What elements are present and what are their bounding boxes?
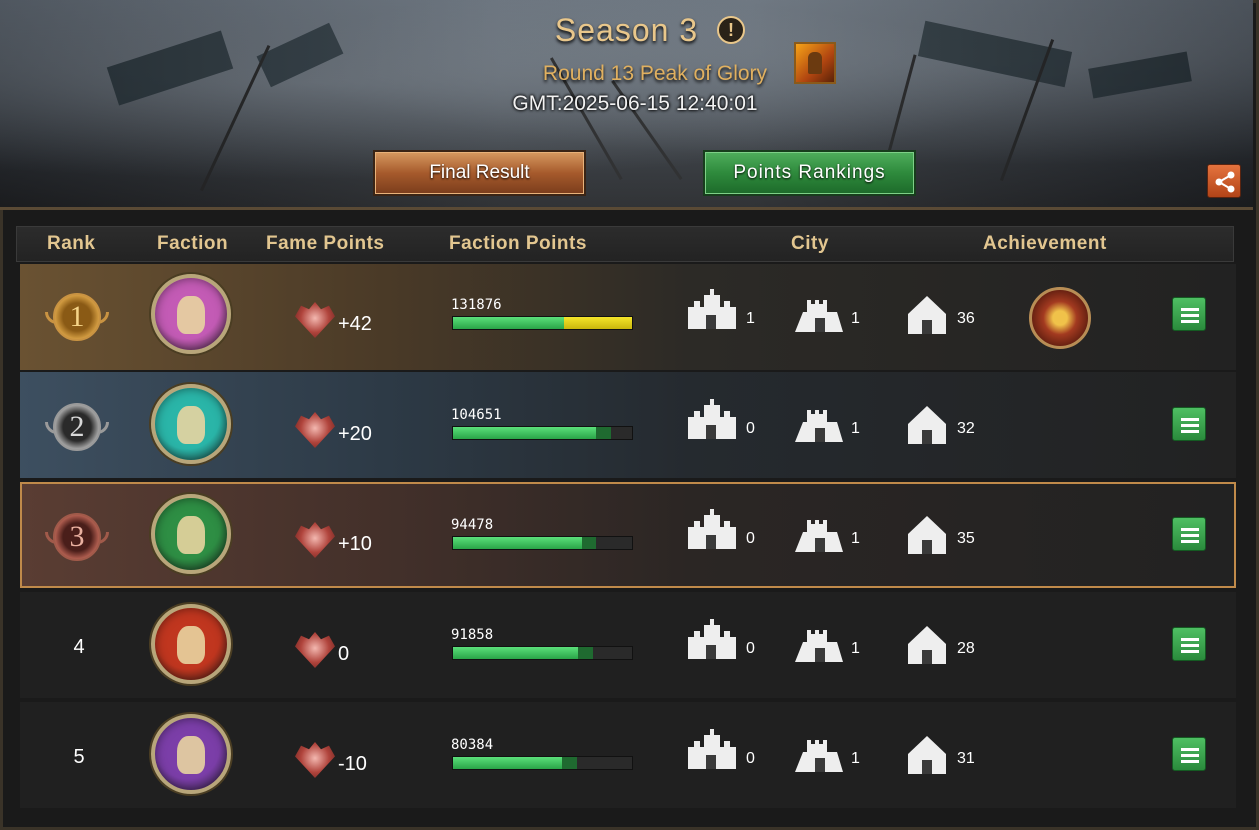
fame-value: +42 (338, 313, 372, 335)
details-list-button[interactable] (1172, 407, 1206, 441)
faction-points-value: 91858 (451, 627, 494, 643)
gate-icon (900, 292, 954, 336)
gate-icon (900, 512, 954, 556)
faction-crest[interactable] (151, 274, 231, 354)
castle-icon (684, 287, 738, 331)
city-medium-count: 1 (851, 310, 860, 327)
faction-points-bar (452, 756, 633, 770)
faction-crest[interactable] (151, 604, 231, 684)
details-list-button[interactable] (1172, 517, 1206, 551)
round-subtitle: Round 13 Peak of Glory (542, 62, 768, 85)
column-fame-points: Fame Points (266, 233, 385, 254)
column-city: City (791, 233, 829, 254)
city-medium-count: 1 (851, 420, 860, 437)
faction-points-value: 131876 (451, 297, 502, 313)
timestamp: GMT:2025-06-15 12:40:01 (512, 92, 758, 115)
details-list-button[interactable] (1172, 297, 1206, 331)
column-rank: Rank (47, 233, 96, 254)
city-small-count: 28 (957, 640, 975, 657)
fort-icon (793, 620, 847, 664)
castle-icon (684, 727, 738, 771)
achievement-badge-icon[interactable] (1029, 287, 1091, 349)
rank-medal-gold: 1 (53, 293, 101, 341)
rank-number: 4 (73, 636, 85, 658)
fort-icon (793, 400, 847, 444)
city-small-count: 36 (957, 310, 975, 327)
rose-sigil-icon (177, 516, 205, 554)
city-large-count: 0 (746, 530, 755, 547)
share-icon[interactable] (1207, 164, 1241, 198)
gate-icon (900, 732, 954, 776)
city-medium-count: 1 (851, 530, 860, 547)
faction-points-bar (452, 536, 633, 550)
round-badge-icon (794, 42, 836, 84)
faction-crest[interactable] (151, 494, 231, 574)
faction-points-bar (452, 646, 633, 660)
fame-value: -10 (338, 753, 367, 775)
city-large-count: 0 (746, 750, 755, 767)
faction-points-value: 80384 (451, 737, 494, 753)
fame-value: +10 (338, 533, 372, 555)
stag-sigil-icon (177, 296, 205, 334)
fame-value: 0 (338, 643, 350, 665)
city-small-count: 32 (957, 420, 975, 437)
fort-icon (793, 730, 847, 774)
city-large-count: 0 (746, 640, 755, 657)
city-small-count: 31 (957, 750, 975, 767)
dragon-sigil-icon (177, 736, 205, 774)
faction-points-value: 104651 (451, 407, 502, 423)
faction-points-bar (452, 316, 633, 330)
faction-crest[interactable] (151, 384, 231, 464)
city-medium-count: 1 (851, 640, 860, 657)
fort-icon (793, 510, 847, 554)
gate-icon (900, 402, 954, 446)
rank-number: 5 (73, 746, 85, 768)
faction-points-value: 94478 (451, 517, 494, 533)
gate-icon (900, 622, 954, 666)
details-list-button[interactable] (1172, 627, 1206, 661)
city-large-count: 0 (746, 420, 755, 437)
faction-crest[interactable] (151, 714, 231, 794)
rank-medal-bronze: 3 (53, 513, 101, 561)
details-list-button[interactable] (1172, 737, 1206, 771)
column-achievement: Achievement (983, 233, 1107, 254)
city-small-count: 35 (957, 530, 975, 547)
column-faction-points: Faction Points (449, 233, 587, 254)
fort-icon (793, 290, 847, 334)
fame-value: +20 (338, 423, 372, 445)
city-medium-count: 1 (851, 750, 860, 767)
castle-icon (684, 507, 738, 551)
kraken-sigil-icon (177, 406, 205, 444)
lion-sigil-icon (177, 626, 205, 664)
faction-points-bar (452, 426, 633, 440)
info-icon[interactable]: ! (717, 16, 745, 44)
final-result-button[interactable]: Final Result (373, 150, 586, 196)
castle-icon (684, 397, 738, 441)
rank-medal-silver: 2 (53, 403, 101, 451)
column-faction: Faction (157, 233, 229, 254)
city-large-count: 1 (746, 310, 755, 327)
castle-icon (684, 617, 738, 661)
season-title: Season 3 (554, 12, 699, 48)
points-rankings-button[interactable]: Points Rankings (703, 150, 916, 196)
